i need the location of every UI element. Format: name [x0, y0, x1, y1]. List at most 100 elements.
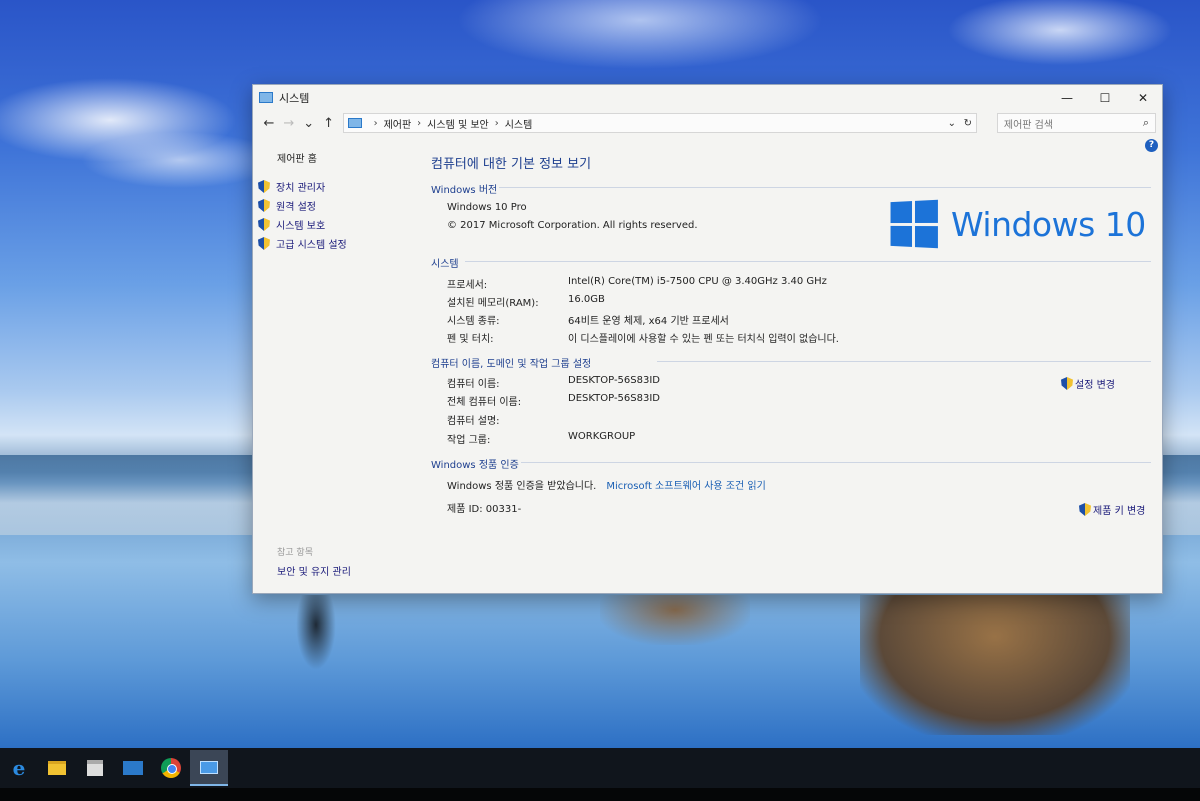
spec-label: 프로세서: [447, 280, 488, 291]
windows-logo-icon [890, 199, 938, 249]
recent-locations-button[interactable]: ⌄ [299, 116, 319, 131]
breadcrumb-system[interactable]: 시스템 [505, 116, 533, 131]
system-icon [200, 760, 218, 774]
taskbar-system-window[interactable] [190, 750, 228, 786]
divider [521, 462, 1151, 463]
spec-row: 시스템 종류: 64비트 운영 체제, x64 기반 프로세서 [447, 312, 729, 327]
shield-icon [258, 180, 270, 193]
see-also-heading: 참고 항목 [277, 548, 313, 558]
window-body: ? 제어판 홈 장치 관리자 원격 설정 시스템 보호 고급 시스템 설정 참고… [253, 137, 1162, 593]
system-heading: 시스템 [431, 259, 459, 270]
shield-icon [258, 237, 270, 250]
sidebar-links: 장치 관리자 원격 설정 시스템 보호 고급 시스템 설정 [258, 177, 347, 253]
sidebar-item-label: 장치 관리자 [276, 183, 326, 194]
address-bar: ← → ⌄ ↑ › 제어판 › 시스템 및 보안 › 시스템 ⌄ ↻ 제어판 검… [253, 110, 1162, 136]
change-product-key-button[interactable]: 제품 키 변경 [1079, 502, 1145, 517]
file-explorer-icon [48, 761, 66, 775]
sidebar-item-advanced-settings[interactable]: 고급 시스템 설정 [258, 234, 347, 253]
computer-label: 작업 그룹: [447, 435, 491, 446]
spec-row: 프로세서: Intel(R) Core(TM) i5-7500 CPU @ 3.… [447, 276, 827, 291]
shield-icon [1079, 503, 1091, 516]
spec-row: 설치된 메모리(RAM): 16.0GB [447, 294, 605, 309]
forward-button[interactable]: → [279, 116, 299, 131]
activation-heading: Windows 정품 인증 [431, 460, 519, 471]
divider [499, 187, 1151, 188]
shield-icon [258, 218, 270, 231]
copyright-text: © 2017 Microsoft Corporation. All rights… [447, 220, 698, 231]
spec-value: 16.0GB [568, 294, 605, 305]
activation-status-row: Windows 정품 인증을 받았습니다. Microsoft 소프트웨어 사용… [447, 477, 766, 492]
activation-status: Windows 정품 인증을 받았습니다. [447, 481, 597, 492]
shield-icon [1061, 377, 1073, 390]
computer-value: DESKTOP-56S83ID [568, 375, 660, 386]
computer-value: WORKGROUP [568, 431, 636, 442]
computer-value: DESKTOP-56S83ID [568, 393, 660, 404]
wallpaper-rock-reflection [860, 595, 1130, 735]
search-icon[interactable]: ⌕ [1143, 116, 1149, 130]
minimize-button[interactable]: — [1048, 85, 1086, 110]
sidebar-item-label: 원격 설정 [276, 202, 316, 213]
edition-name-value: Windows 10 Pro [447, 202, 527, 213]
sidebar-item-label: 고급 시스템 설정 [276, 240, 347, 251]
spec-value: 이 디스플레이에 사용할 수 있는 펜 또는 터치식 입력이 없습니다. [568, 334, 839, 345]
search-input[interactable]: 제어판 검색 ⌕ [996, 113, 1157, 133]
search-placeholder: 제어판 검색 [1003, 119, 1054, 131]
sidebar-item-label: 시스템 보호 [276, 221, 326, 232]
copyright: © 2017 Microsoft Corporation. All rights… [447, 220, 698, 231]
shield-icon [258, 199, 270, 212]
title-bar[interactable]: 시스템 — ☐ ✕ [253, 85, 1162, 110]
breadcrumb[interactable]: › 제어판 › 시스템 및 보안 › 시스템 ⌄ ↻ [342, 113, 977, 133]
spec-label: 시스템 종류: [447, 316, 500, 327]
sidebar: 제어판 홈 장치 관리자 원격 설정 시스템 보호 고급 시스템 설정 참고 항… [253, 137, 423, 593]
computer-name-heading: 컴퓨터 이름, 도메인 및 작업 그룹 설정 [431, 359, 592, 370]
computer-label: 전체 컴퓨터 이름: [447, 397, 522, 408]
change-product-key-label: 제품 키 변경 [1093, 506, 1146, 517]
license-terms-link[interactable]: Microsoft 소프트웨어 사용 조건 읽기 [606, 477, 765, 492]
taskbar-file-explorer[interactable] [38, 750, 76, 786]
product-id-row: 제품 ID: 00331- [447, 500, 521, 515]
page-title: 컴퓨터에 대한 기본 정보 보기 [431, 157, 592, 172]
computer-row: 작업 그룹: WORKGROUP [447, 431, 635, 446]
taskbar-chrome[interactable] [152, 750, 190, 786]
wallpaper-rock-reflection-small [600, 595, 750, 645]
sidebar-item-system-protection[interactable]: 시스템 보호 [258, 215, 347, 234]
window-controls: — ☐ ✕ [1048, 85, 1162, 110]
breadcrumb-control-panel[interactable]: 제어판 [384, 116, 412, 131]
maximize-button[interactable]: ☐ [1086, 85, 1124, 110]
address-dropdown-button[interactable]: ⌄ [944, 118, 960, 129]
edge-icon: e [12, 756, 26, 780]
taskbar-mail[interactable] [114, 750, 152, 786]
change-settings-label: 설정 변경 [1075, 380, 1115, 391]
change-settings-button[interactable]: 설정 변경 [1061, 376, 1115, 391]
close-button[interactable]: ✕ [1124, 85, 1162, 110]
refresh-button[interactable]: ↻ [960, 118, 976, 129]
sidebar-control-panel-home[interactable]: 제어판 홈 [277, 150, 317, 165]
sidebar-item-remote-settings[interactable]: 원격 설정 [258, 196, 347, 215]
store-icon [87, 760, 103, 776]
taskbar-edge[interactable]: e [0, 750, 38, 786]
breadcrumb-separator[interactable]: › [495, 118, 499, 129]
sidebar-item-device-manager[interactable]: 장치 관리자 [258, 177, 347, 196]
edition-name: Windows 10 Pro [447, 202, 527, 213]
breadcrumb-separator[interactable]: › [374, 118, 378, 129]
computer-row: 컴퓨터 설명: [447, 412, 568, 427]
up-button[interactable]: ↑ [319, 116, 339, 131]
mail-icon [123, 761, 143, 775]
breadcrumb-system-security[interactable]: 시스템 및 보안 [427, 116, 489, 131]
taskbar-store[interactable] [76, 750, 114, 786]
product-id: 제품 ID: 00331- [447, 504, 522, 515]
computer-row: 전체 컴퓨터 이름: DESKTOP-56S83ID [447, 393, 660, 408]
control-panel-icon [347, 118, 362, 128]
security-maintenance-link[interactable]: 보안 및 유지 관리 [277, 563, 351, 578]
windows-logo-text: Windows 10 [951, 204, 1146, 244]
back-button[interactable]: ← [259, 116, 279, 131]
monitor-bezel [0, 788, 1200, 801]
spec-row: 펜 및 터치: 이 디스플레이에 사용할 수 있는 펜 또는 터치식 입력이 없… [447, 330, 839, 345]
window-title: 시스템 [279, 91, 310, 105]
help-icon[interactable]: ? [1145, 139, 1158, 152]
computer-label: 컴퓨터 설명: [447, 416, 500, 427]
taskbar: e [0, 748, 1200, 788]
spec-value: Intel(R) Core(TM) i5-7500 CPU @ 3.40GHz … [568, 276, 827, 287]
breadcrumb-separator[interactable]: › [417, 118, 421, 129]
chrome-icon [161, 758, 181, 778]
